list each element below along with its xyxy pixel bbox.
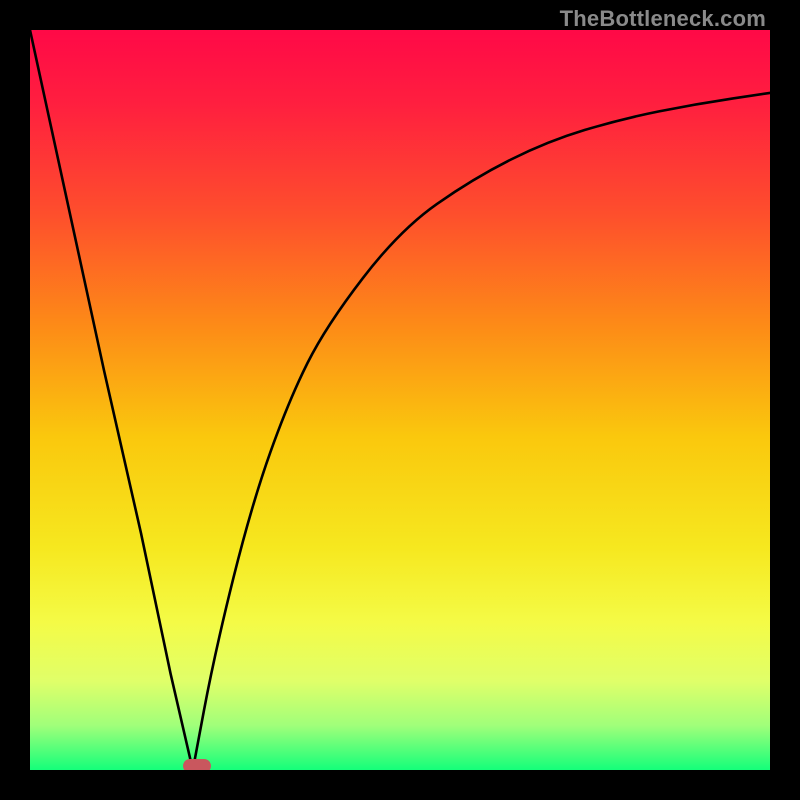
chart-frame: TheBottleneck.com (0, 0, 800, 800)
curve-right-branch (193, 93, 770, 770)
curve-layer (30, 30, 770, 770)
min-marker (183, 759, 211, 770)
plot-area (30, 30, 770, 770)
watermark-text: TheBottleneck.com (560, 6, 766, 32)
curve-left-branch (30, 30, 193, 770)
